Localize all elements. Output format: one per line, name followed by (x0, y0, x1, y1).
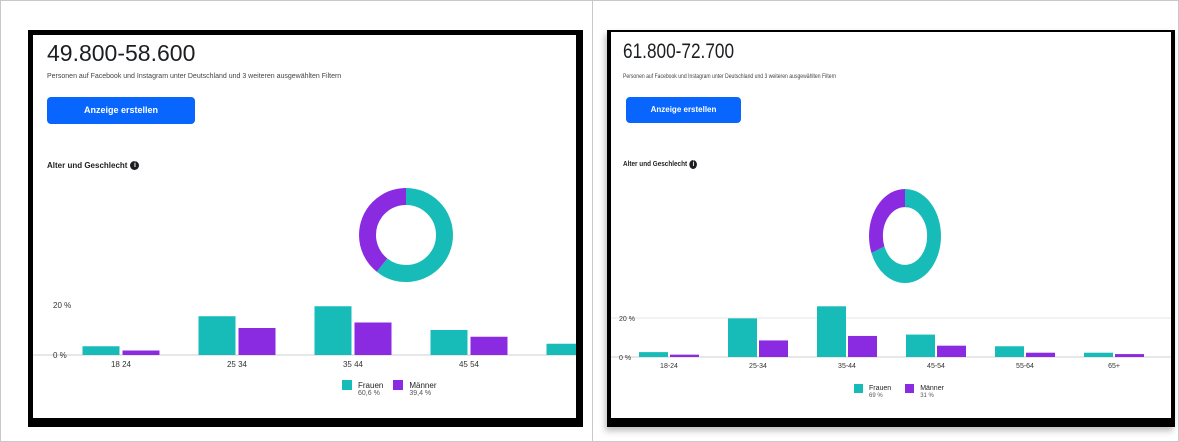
y-tick-label: 20 % (53, 301, 71, 310)
legend-percentage: 69 % (869, 393, 883, 399)
bar-maenner (238, 328, 276, 355)
x-tick-label: 65+ (1108, 363, 1120, 370)
x-tick-label: 45 54 (459, 360, 480, 369)
legend-label: Frauen (358, 380, 384, 390)
bar-maenner (670, 354, 699, 357)
x-tick-label: 45-54 (927, 363, 945, 370)
legend-percentage: 31 % (920, 393, 934, 399)
legend-swatch (854, 384, 863, 393)
audience-panel-left: 49.800-58.600 Personen auf Facebook und … (28, 30, 583, 427)
bar-maenner (848, 335, 877, 357)
x-tick-label: 25-34 (749, 363, 767, 370)
legend-label: Männer (409, 380, 437, 390)
legend-label: Frauen (869, 385, 892, 392)
legend-item-frauen: Frauen 69 % (854, 384, 891, 399)
bar-maenner (122, 350, 160, 355)
bar-frauen (995, 346, 1024, 357)
legend-percentage: 60,6 % (358, 390, 380, 397)
legend-item-maenner: Männer 31 % (905, 384, 944, 399)
legend-swatch (342, 380, 352, 390)
bar-frauen (728, 318, 757, 357)
x-tick-label: 18 24 (111, 360, 132, 369)
bar-maenner (759, 340, 788, 357)
x-tick-label: 35-44 (838, 363, 856, 370)
bar-maenner (1026, 352, 1055, 357)
bar-frauen (1084, 352, 1113, 357)
x-tick-label: 25 34 (227, 360, 248, 369)
bar-frauen (198, 316, 236, 355)
y-tick-label: 0 % (53, 351, 67, 360)
legend-percentage: 39,4 % (409, 390, 432, 397)
bar-frauen (82, 346, 120, 355)
chart-legend-right: Frauen 69 % Männer 31 % (854, 384, 958, 399)
legend-swatch (905, 384, 915, 393)
bar-maenner (1115, 354, 1144, 357)
age-gender-chart-left: 0 % 20 % 18 24 25 34 35 44 45 54 (33, 188, 576, 369)
bar-maenner (354, 322, 392, 355)
legend-item-frauen: Frauen 60,6 % (342, 380, 383, 397)
x-tick-label: 18-24 (660, 363, 678, 370)
bar-frauen (430, 330, 468, 355)
bar-frauen (546, 343, 576, 355)
audience-panel-right: 61.800-72.700 Personen auf Facebook und … (607, 30, 1175, 427)
bar-frauen (906, 334, 935, 357)
bar-frauen (314, 306, 352, 355)
donut-chart (868, 189, 942, 283)
chart-legend-left: Frauen 60,6 % Männer 39,4 % (342, 380, 446, 397)
legend-item-maenner: Männer 39,4 % (393, 380, 436, 397)
x-tick-label: 35 44 (343, 360, 364, 369)
y-tick-label: 0 % (619, 355, 631, 362)
legend-label: Männer (920, 385, 944, 392)
legend-swatch (393, 380, 404, 390)
bar-maenner (937, 345, 966, 357)
bar-frauen (639, 352, 668, 357)
bar-maenner (470, 336, 508, 355)
y-tick-label: 20 % (619, 316, 635, 323)
bar-frauen (817, 306, 846, 357)
donut-chart (359, 188, 453, 282)
panel-divider (592, 0, 593, 442)
age-gender-chart-right: 0 % 20 % 18-24 25-34 35-44 45-54 55-64 65+ (611, 189, 1171, 370)
x-tick-label: 55-64 (1016, 363, 1034, 370)
